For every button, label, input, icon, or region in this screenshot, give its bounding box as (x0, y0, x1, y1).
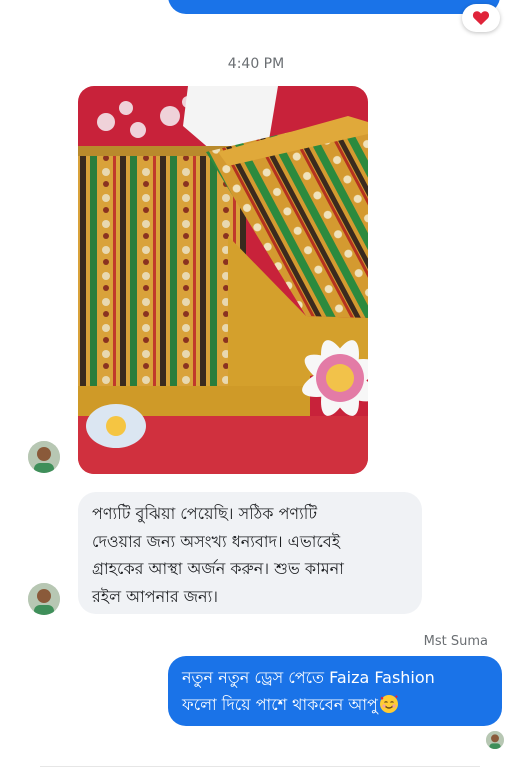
seen-receipt-avatar (486, 731, 504, 749)
person-photo-icon (486, 731, 504, 749)
divider (40, 766, 480, 767)
sender-name-label: Mst Suma (423, 634, 488, 649)
incoming-message-text: পণ্যটি বুঝিয়া পেয়েছি। সঠিক পণ্যটি দেওয… (92, 504, 344, 606)
smiling-face-with-hearts-icon (379, 694, 399, 722)
shared-photo-message[interactable] (78, 86, 368, 474)
person-photo-icon (28, 583, 60, 615)
product-photo (78, 86, 368, 474)
person-photo-icon (28, 441, 60, 473)
outgoing-message-bubble[interactable]: নতুন নতুন ড্রেস পেতে Faiza Fashion ফলো দ… (168, 656, 502, 726)
sender-avatar[interactable] (28, 583, 60, 615)
previous-outgoing-message-bubble[interactable] (168, 0, 500, 14)
sender-avatar[interactable] (28, 441, 60, 473)
incoming-message-bubble[interactable]: পণ্যটি বুঝিয়া পেয়েছি। সঠিক পণ্যটি দেওয… (78, 492, 422, 614)
message-reaction[interactable] (462, 4, 500, 32)
heart-icon (472, 11, 490, 25)
message-timestamp: 4:40 PM (227, 56, 285, 72)
